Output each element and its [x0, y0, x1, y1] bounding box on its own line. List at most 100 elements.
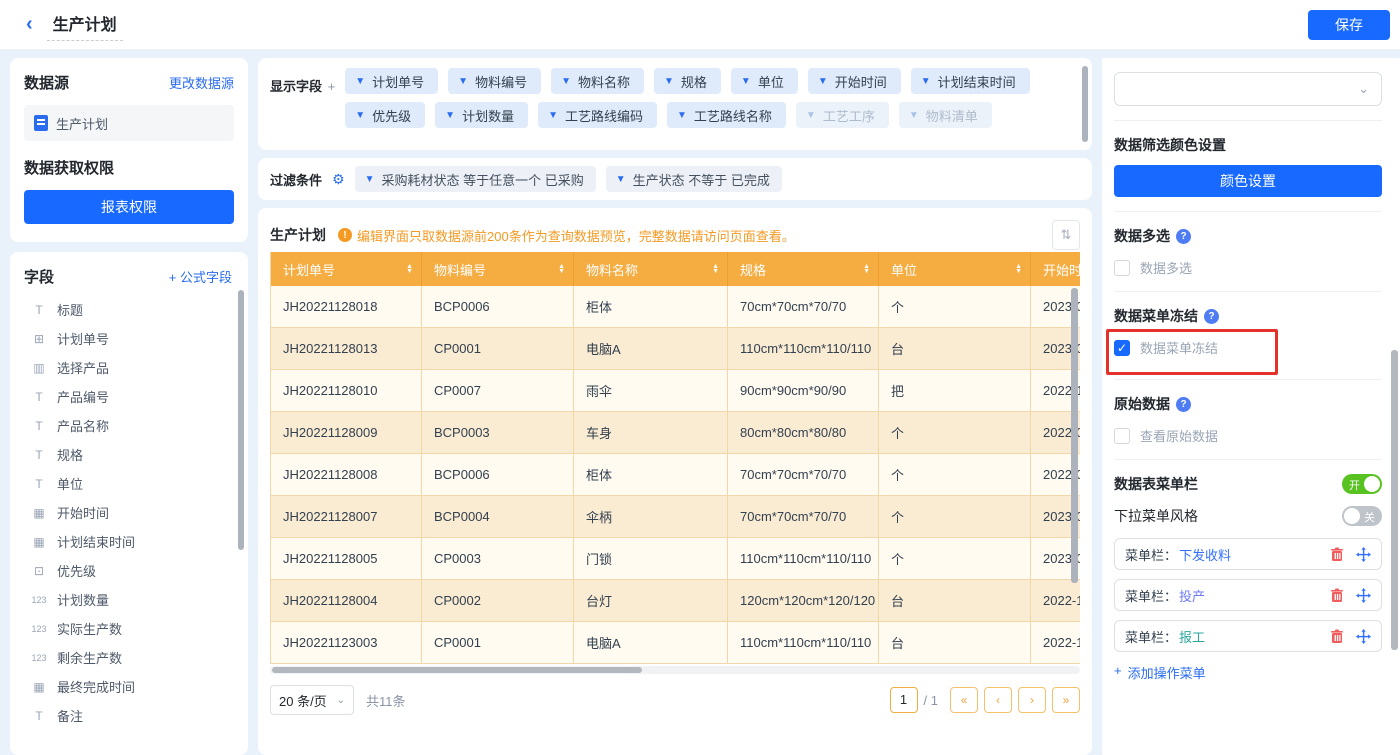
field-item[interactable]: T 单位	[24, 469, 242, 498]
freeze-checkbox-row[interactable]: ✓ 数据菜单冻结	[1114, 338, 1382, 357]
raw-data-checkbox-row[interactable]: 查看原始数据	[1114, 426, 1382, 445]
display-field-chip[interactable]: ▼ 物料编号	[448, 68, 541, 94]
display-field-chip[interactable]: ▼ 计划结束时间	[911, 68, 1030, 94]
menubar-toggle[interactable]: 开	[1342, 474, 1382, 494]
menubar-item-name[interactable]: 投产	[1179, 586, 1205, 605]
field-label: 最终完成时间	[57, 677, 135, 696]
sort-icon[interactable]: ▲▼	[863, 264, 870, 274]
fields-scrollbar[interactable]	[238, 290, 244, 550]
page-size-select[interactable]: 20 条/页⌄	[270, 685, 354, 715]
change-datasource-link[interactable]: 更改数据源	[169, 73, 234, 92]
display-field-chip[interactable]: ▼ 物料名称	[551, 68, 644, 94]
field-item[interactable]: T 产品编号	[24, 382, 242, 411]
menubar-item-name[interactable]: 下发收料	[1179, 545, 1231, 564]
menubar-item-name[interactable]: 报工	[1179, 627, 1205, 646]
field-item[interactable]: T 备注	[24, 701, 242, 730]
gear-icon[interactable]: ⚙	[332, 171, 345, 188]
display-fields-scrollbar[interactable]	[1082, 66, 1088, 142]
display-field-chip[interactable]: ▼ 工艺路线名称	[667, 102, 786, 128]
display-field-chip[interactable]: ▼ 工艺工序	[796, 102, 889, 128]
field-label: 计划单号	[57, 329, 109, 348]
filter-chip[interactable]: ▼ 采购耗材状态 等于任意一个 已采购	[355, 166, 596, 192]
column-header[interactable]: 物料编号 ▲▼	[422, 252, 574, 286]
page-input[interactable]: 1	[890, 687, 918, 713]
column-header[interactable]: 规格 ▲▼	[728, 252, 879, 286]
field-item[interactable]: ▦ 计划结束时间	[24, 527, 242, 556]
field-item[interactable]: T 产品名称	[24, 411, 242, 440]
display-field-chip[interactable]: ▼ 优先级	[345, 102, 425, 128]
multiselect-checkbox[interactable]	[1114, 260, 1130, 276]
help-icon[interactable]: ?	[1204, 309, 1219, 324]
table-vertical-scrollbar[interactable]	[1071, 288, 1078, 583]
next-page-button[interactable]: ›	[1018, 687, 1046, 713]
sort-icon[interactable]: ▲▼	[558, 264, 565, 274]
field-item[interactable]: ⊡ 优先级	[24, 556, 242, 585]
back-icon[interactable]: ‹	[26, 13, 33, 36]
sort-icon[interactable]: ▲▼	[712, 264, 719, 274]
datasource-card: 数据源 更改数据源 生产计划 数据获取权限 报表权限	[10, 58, 248, 242]
add-action-menu-link[interactable]: + 添加操作菜单	[1114, 663, 1206, 682]
table-cell: 车身	[574, 412, 728, 453]
field-item[interactable]: ▦ 开始时间	[24, 498, 242, 527]
add-display-field-button[interactable]: +	[328, 79, 336, 94]
field-item[interactable]: 123 实际生产数	[24, 614, 242, 643]
field-item[interactable]: ▦ 最终完成时间	[24, 672, 242, 701]
add-formula-field-link[interactable]: + 公式字段	[169, 267, 232, 286]
move-icon[interactable]	[1356, 629, 1371, 644]
save-button[interactable]: 保存	[1308, 10, 1390, 40]
field-item[interactable]: T 标题	[24, 295, 242, 324]
menubar-title: 数据表菜单栏	[1114, 474, 1198, 494]
display-field-chip[interactable]: ▼ 规格	[654, 68, 721, 94]
display-field-chip[interactable]: ▼ 开始时间	[808, 68, 901, 94]
column-header[interactable]: 计划单号 ▲▼	[271, 252, 422, 286]
column-header[interactable]: 开始时间 ▲▼	[1031, 252, 1080, 286]
table-row: JH20221128008BCP0006柜体70cm*70cm*70/70个20…	[271, 454, 1080, 496]
color-settings-button[interactable]: 颜色设置	[1114, 165, 1382, 197]
dropdown-style-toggle[interactable]: 关	[1342, 506, 1382, 526]
menubar-item[interactable]: 菜单栏： 下发收料	[1114, 538, 1382, 570]
display-field-chip[interactable]: ▼ 物料清单	[899, 102, 992, 128]
display-field-chip[interactable]: ▼ 计划单号	[345, 68, 438, 94]
help-icon[interactable]: ?	[1176, 229, 1191, 244]
sort-order-button[interactable]: ⇅	[1052, 220, 1080, 250]
table-horizontal-scrollbar[interactable]	[272, 667, 642, 673]
field-item[interactable]: 123 计划数量	[24, 585, 242, 614]
field-item[interactable]: ⊞ 计划单号	[24, 324, 242, 353]
trash-icon[interactable]	[1330, 588, 1344, 603]
display-field-chip[interactable]: ▼ 计划数量	[435, 102, 528, 128]
field-label: 标题	[57, 300, 83, 319]
table-cell: CP0001	[422, 622, 574, 663]
filter-chip[interactable]: ▼ 生产状态 不等于 已完成	[606, 166, 782, 192]
trash-icon[interactable]	[1330, 629, 1344, 644]
display-field-chip[interactable]: ▼ 单位	[731, 68, 798, 94]
first-page-button[interactable]: «	[950, 687, 978, 713]
field-item[interactable]: 123 剩余生产数	[24, 643, 242, 672]
column-header[interactable]: 单位 ▲▼	[879, 252, 1031, 286]
datasource-item[interactable]: 生产计划	[24, 105, 234, 141]
help-icon[interactable]: ?	[1176, 397, 1191, 412]
freeze-checkbox[interactable]: ✓	[1114, 340, 1130, 356]
page-scrollbar[interactable]	[1391, 350, 1398, 650]
prev-page-button[interactable]: ‹	[984, 687, 1012, 713]
menubar-item[interactable]: 菜单栏： 投产	[1114, 579, 1382, 611]
pagination: 20 条/页⌄ 共11条 1 / 1 « ‹ › »	[270, 682, 1080, 718]
sort-icon[interactable]: ▲▼	[1015, 264, 1022, 274]
last-page-button[interactable]: »	[1052, 687, 1080, 713]
chevron-down-icon: ▼	[818, 76, 828, 87]
trash-icon[interactable]	[1330, 547, 1344, 562]
settings-dropdown[interactable]: ⌄	[1114, 72, 1382, 106]
raw-data-checkbox[interactable]	[1114, 428, 1130, 444]
move-icon[interactable]	[1356, 547, 1371, 562]
field-item[interactable]: T 规格	[24, 440, 242, 469]
display-field-chip[interactable]: ▼ 工艺路线编码	[538, 102, 657, 128]
sort-icon[interactable]: ▲▼	[406, 264, 413, 274]
page-title[interactable]: 生产计划	[47, 9, 123, 41]
move-icon[interactable]	[1356, 588, 1371, 603]
document-icon	[34, 115, 48, 131]
field-item[interactable]: ▥ 选择产品	[24, 353, 242, 382]
column-header[interactable]: 物料名称 ▲▼	[574, 252, 728, 286]
multiselect-checkbox-row[interactable]: 数据多选	[1114, 258, 1382, 277]
text-icon: T	[30, 390, 48, 404]
report-permission-button[interactable]: 报表权限	[24, 190, 234, 224]
menubar-item[interactable]: 菜单栏： 报工	[1114, 620, 1382, 652]
